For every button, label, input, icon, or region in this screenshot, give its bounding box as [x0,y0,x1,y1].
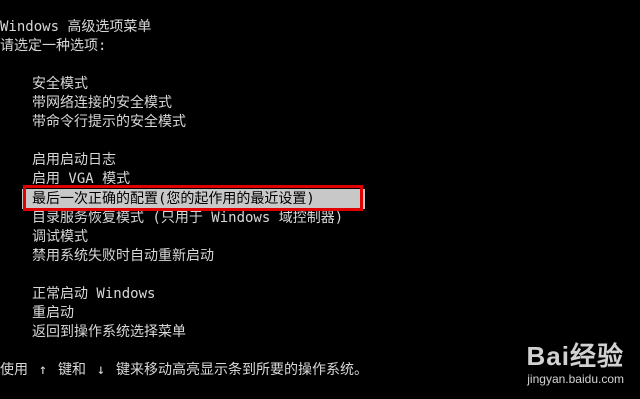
option-safe-mode-command-prompt[interactable]: 带命令行提示的安全模式 [32,113,186,131]
watermark-site: jingyan.baidu.com [527,372,624,386]
menu-prompt: 请选定一种选项: [0,38,107,54]
option-boot-logging[interactable]: 启用启动日志 [32,151,116,169]
option-disable-auto-restart[interactable]: 禁用系统失败时自动重新启动 [32,247,214,265]
selected-option-label: 最后一次正确的配置(您的起作用的最近设置) [32,191,315,207]
arrow-up-icon: ↑ [38,362,48,378]
option-start-windows-normally[interactable]: 正常启动 Windows [32,285,155,303]
watermark-logo: Bai经验 [526,341,624,371]
arrow-down-icon: ↓ [96,362,106,378]
option-last-known-good-config[interactable]: 最后一次正确的配置(您的起作用的最近设置) [22,189,365,209]
option-directory-services-restore[interactable]: 目录服务恢复模式 (只用于 Windows 域控制器) [32,209,343,227]
option-vga-mode[interactable]: 启用 VGA 模式 [32,170,130,188]
navigation-help: 使用 ↑ 键和 ↓ 键来移动高亮显示条到所要的操作系统。 [0,361,368,379]
footer-and-keys-text: 键和 [58,362,86,378]
option-safe-mode-networking[interactable]: 带网络连接的安全模式 [32,94,172,112]
option-reboot[interactable]: 重启动 [32,304,74,322]
option-debugging-mode[interactable]: 调试模式 [32,228,88,246]
menu-title: Windows 高级选项菜单 [0,19,152,35]
footer-use-text: 使用 [0,362,28,378]
option-safe-mode[interactable]: 安全模式 [32,75,88,93]
footer-instruction-text: 键来移动高亮显示条到所要的操作系统。 [116,362,368,378]
boot-menu-screen: Windows 高级选项菜单 请选定一种选项: 安全模式 带网络连接的安全模式 … [0,0,640,399]
option-return-to-os-menu[interactable]: 返回到操作系统选择菜单 [32,323,186,341]
baidu-jingyan-watermark: Bai经验 jingyan.baidu.com [504,336,624,394]
